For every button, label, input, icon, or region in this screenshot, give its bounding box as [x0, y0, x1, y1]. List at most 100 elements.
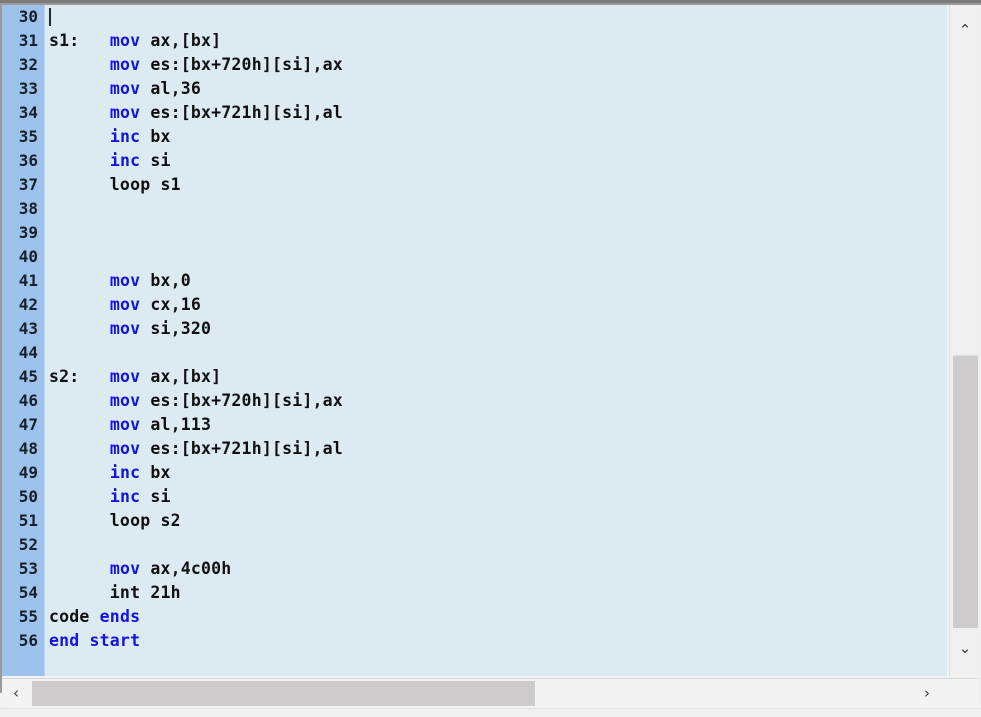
code-keyword: mov [109, 439, 141, 458]
code-plain [49, 79, 110, 98]
code-plain: es:[bx+720h][si],ax [140, 391, 343, 410]
code-line[interactable]: 41 mov bx,0 [2, 269, 947, 293]
code-plain: loop s2 [49, 511, 181, 530]
code-line[interactable]: 46 mov es:[bx+720h][si],ax [2, 389, 947, 413]
horizontal-scrollbar[interactable]: ‹ › [2, 678, 979, 708]
line-number: 36 [18, 151, 38, 170]
code-keyword: mov [109, 295, 141, 314]
code-keyword: mov [109, 271, 141, 290]
code-plain [49, 559, 110, 578]
scroll-down-arrow-button[interactable]: ⌄ [950, 635, 980, 661]
code-line[interactable]: 39 [2, 221, 947, 245]
line-number: 43 [18, 319, 38, 338]
code-plain: s1: [49, 31, 110, 50]
code-line[interactable]: 33 mov al,36 [2, 77, 947, 101]
code-line[interactable]: 38 [2, 197, 947, 221]
code-plain: es:[bx+721h][si],al [140, 439, 343, 458]
code-plain: ax,[bx] [140, 367, 222, 386]
code-line[interactable]: 36 inc si [2, 149, 947, 173]
line-number: 47 [18, 415, 38, 434]
code-line-text: mov al,36 [49, 77, 201, 101]
code-plain: bx [140, 463, 171, 482]
code-line[interactable]: 56 end start [2, 629, 947, 653]
code-plain [49, 463, 110, 482]
line-number: 55 [18, 607, 38, 626]
line-number: 54 [18, 583, 38, 602]
code-line-list: 30 31 s1: mov ax,[bx] 32 mov es:[bx+720h][s… [2, 5, 947, 653]
code-line[interactable]: 54 int 21h [2, 581, 947, 605]
vertical-scrollbar-thumb[interactable] [953, 355, 978, 628]
code-plain [49, 391, 110, 410]
line-number: 51 [18, 511, 38, 530]
code-line[interactable]: 51 loop s2 [2, 509, 947, 533]
code-plain [49, 103, 110, 122]
code-line[interactable]: 30 [2, 5, 947, 29]
code-line[interactable]: 47 mov al,113 [2, 413, 947, 437]
scroll-left-arrow-button[interactable]: ‹ [2, 679, 30, 708]
line-number: 41 [18, 271, 38, 290]
code-line-text: int 21h [49, 581, 181, 605]
line-number: 48 [18, 439, 38, 458]
code-plain: ax,4c00h [140, 559, 232, 578]
code-plain [49, 271, 110, 290]
code-line-text: loop s1 [49, 173, 181, 197]
scroll-up-arrow-button[interactable]: ⌃ [950, 17, 980, 43]
scroll-right-arrow-button[interactable]: › [913, 679, 941, 708]
code-plain: bx [140, 127, 171, 146]
code-plain: s2: [49, 367, 110, 386]
code-line[interactable]: 37 loop s1 [2, 173, 947, 197]
code-plain: es:[bx+720h][si],ax [140, 55, 343, 74]
code-line[interactable]: 44 [2, 341, 947, 365]
code-line-text: mov es:[bx+721h][si],al [49, 437, 343, 461]
code-line[interactable]: 43 mov si,320 [2, 317, 947, 341]
code-keyword: mov [109, 415, 141, 434]
code-line-text: mov cx,16 [49, 293, 201, 317]
code-plain: loop s1 [49, 175, 181, 194]
code-plain [49, 295, 110, 314]
code-line-text: mov bx,0 [49, 269, 191, 293]
line-number: 46 [18, 391, 38, 410]
code-line-text: inc bx [49, 461, 171, 485]
code-line[interactable]: 42 mov cx,16 [2, 293, 947, 317]
code-keyword: mov [109, 31, 141, 50]
code-line[interactable]: 45 s2: mov ax,[bx] [2, 365, 947, 389]
code-line[interactable]: 53 mov ax,4c00h [2, 557, 947, 581]
code-plain [49, 439, 110, 458]
horizontal-scrollbar-thumb[interactable] [32, 681, 535, 706]
code-line[interactable]: 50 inc si [2, 485, 947, 509]
code-line[interactable]: 48 mov es:[bx+721h][si],al [2, 437, 947, 461]
code-keyword: mov [109, 391, 141, 410]
code-line-text: mov es:[bx+720h][si],ax [49, 53, 343, 77]
code-line-text: inc bx [49, 125, 171, 149]
code-plain: code [49, 607, 100, 626]
line-number: 53 [18, 559, 38, 578]
code-plain: bx,0 [140, 271, 191, 290]
line-number: 32 [18, 55, 38, 74]
code-line[interactable]: 31 s1: mov ax,[bx] [2, 29, 947, 53]
text-caret [49, 8, 51, 26]
line-number: 42 [18, 295, 38, 314]
code-line[interactable]: 35 inc bx [2, 125, 947, 149]
code-line-text: mov es:[bx+720h][si],ax [49, 389, 343, 413]
code-keyword: mov [109, 559, 141, 578]
code-line-text: mov ax,4c00h [49, 557, 231, 581]
code-keyword: inc [109, 127, 141, 146]
code-line[interactable]: 32 mov es:[bx+720h][si],ax [2, 53, 947, 77]
code-keyword: ends [99, 607, 141, 626]
code-line[interactable]: 40 [2, 245, 947, 269]
line-number: 38 [18, 199, 38, 218]
code-line[interactable]: 52 [2, 533, 947, 557]
line-number: 52 [18, 535, 38, 554]
code-plain [49, 151, 110, 170]
line-number: 30 [18, 7, 38, 26]
code-line-text: s1: mov ax,[bx] [49, 29, 221, 53]
vertical-scrollbar[interactable]: ⌃ ⌄ [949, 5, 979, 676]
code-line-text: inc si [49, 485, 171, 509]
code-line-text: loop s2 [49, 509, 181, 533]
code-plain [49, 319, 110, 338]
code-keyword: inc [109, 487, 141, 506]
code-text-area[interactable]: 30 31 s1: mov ax,[bx] 32 mov es:[bx+720h][s… [2, 5, 947, 676]
code-line[interactable]: 49 inc bx [2, 461, 947, 485]
code-line[interactable]: 55 code ends [2, 605, 947, 629]
code-line[interactable]: 34 mov es:[bx+721h][si],al [2, 101, 947, 125]
